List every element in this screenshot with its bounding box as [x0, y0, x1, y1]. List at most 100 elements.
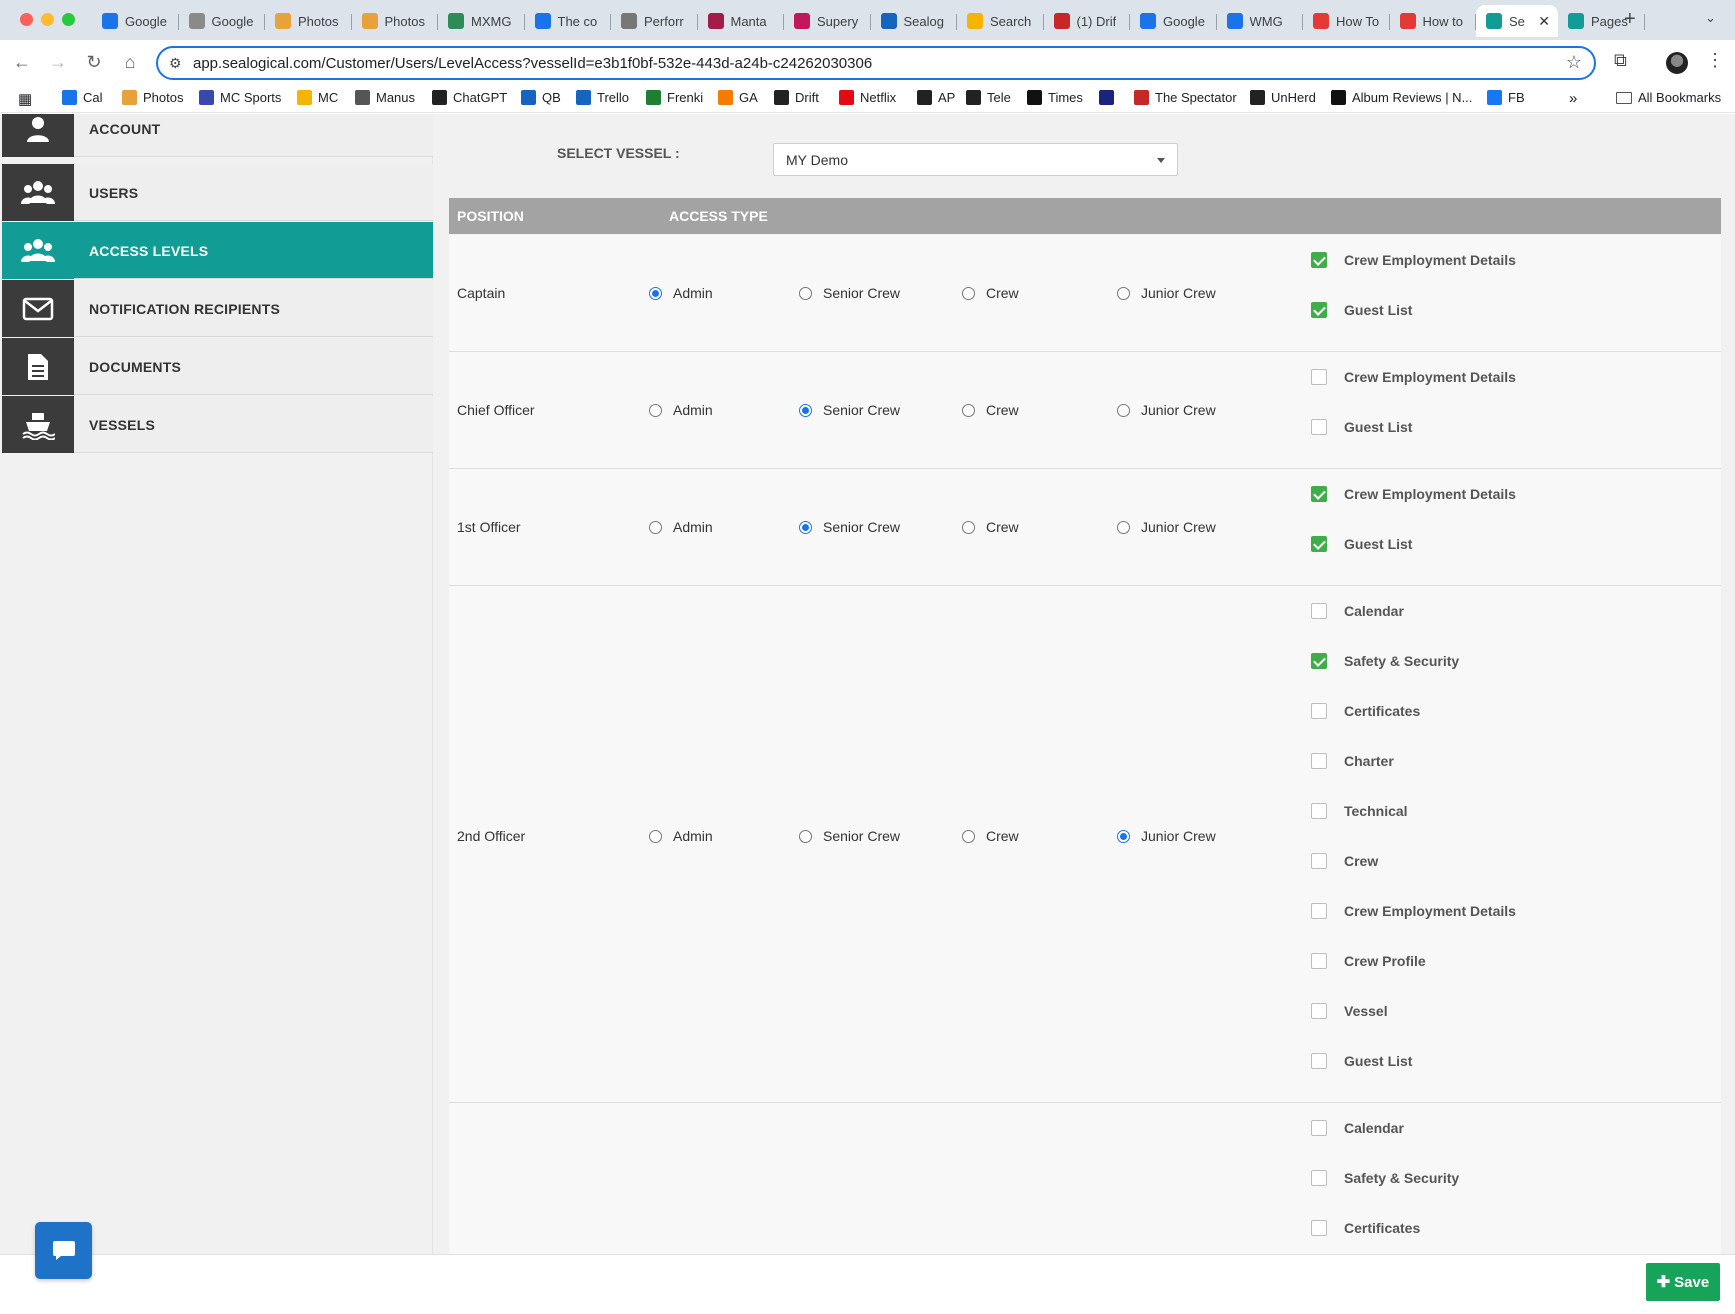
save-button[interactable]: ✚ Save [1646, 1263, 1720, 1301]
checkbox-unchecked[interactable] [1311, 753, 1327, 769]
browser-tab[interactable]: Photos [265, 5, 352, 37]
bookmark-item[interactable]: UnHerd [1250, 90, 1316, 105]
permission-checkbox[interactable]: Calendar [1311, 603, 1404, 619]
browser-tab[interactable]: Google [179, 5, 266, 37]
bookmark-item[interactable]: Netflix [839, 90, 896, 105]
browser-tab[interactable]: Supery [784, 5, 871, 37]
access-radio-junior-crew[interactable]: Junior Crew [1117, 285, 1216, 301]
bookmark-item[interactable]: GA [718, 90, 758, 105]
radio-button[interactable] [962, 286, 975, 300]
browser-tab-active[interactable]: Se ✕ [1476, 5, 1558, 37]
permission-checkbox[interactable]: Crew Employment Details [1311, 369, 1516, 385]
bookmark-item[interactable]: MC [297, 90, 338, 105]
permission-checkbox[interactable]: Technical [1311, 803, 1408, 819]
permission-checkbox[interactable]: Crew Employment Details [1311, 903, 1516, 919]
checkbox-unchecked[interactable] [1311, 953, 1327, 969]
checkbox-unchecked[interactable] [1311, 903, 1327, 919]
checkbox-unchecked[interactable] [1311, 1220, 1327, 1236]
permission-checkbox[interactable]: Certificates [1311, 703, 1420, 719]
site-info-icon[interactable]: ⚙ [169, 55, 182, 72]
bookmark-item[interactable]: Times [1027, 90, 1083, 105]
checkbox-unchecked[interactable] [1311, 853, 1327, 869]
back-button[interactable]: ← [10, 50, 34, 74]
browser-tab[interactable]: How To [1303, 5, 1390, 37]
access-radio-crew[interactable]: Crew [962, 828, 1019, 844]
sidebar-item-account[interactable]: ACCOUNT [2, 114, 433, 157]
checkbox-unchecked[interactable] [1311, 703, 1327, 719]
bookmark-item[interactable] [1099, 90, 1120, 105]
access-radio-junior-crew[interactable]: Junior Crew [1117, 828, 1216, 844]
radio-button[interactable] [799, 286, 812, 300]
radio-button[interactable] [962, 520, 975, 534]
permission-checkbox[interactable]: Charter [1311, 753, 1394, 769]
access-radio-senior-crew[interactable]: Senior Crew [799, 402, 900, 418]
checkbox-unchecked[interactable] [1311, 419, 1327, 435]
bookmark-item[interactable]: Tele [966, 90, 1011, 105]
bookmark-item[interactable]: QB [521, 90, 561, 105]
checkbox-checked[interactable] [1311, 653, 1327, 669]
permission-checkbox[interactable]: Safety & Security [1311, 1170, 1459, 1186]
permission-checkbox[interactable]: Guest List [1311, 536, 1412, 552]
bookmark-item[interactable]: Album Reviews | N... [1331, 90, 1472, 105]
sidebar-item-notification-recipients[interactable]: NOTIFICATION RECIPIENTS [2, 280, 433, 337]
checkbox-unchecked[interactable] [1311, 803, 1327, 819]
forward-button[interactable]: → [46, 50, 70, 74]
permission-checkbox[interactable]: Guest List [1311, 1053, 1412, 1069]
radio-button[interactable] [799, 829, 812, 843]
maximize-window-button[interactable] [62, 13, 75, 26]
checkbox-checked[interactable] [1311, 252, 1327, 268]
bookmark-item[interactable]: FB [1487, 90, 1525, 105]
radio-button[interactable] [1117, 403, 1130, 417]
checkbox-unchecked[interactable] [1311, 369, 1327, 385]
browser-tab[interactable]: Photos [352, 5, 439, 37]
checkbox-unchecked[interactable] [1311, 1053, 1327, 1069]
checkbox-unchecked[interactable] [1311, 1170, 1327, 1186]
permission-checkbox[interactable]: Calendar [1311, 1120, 1404, 1136]
browser-tab[interactable]: (1) Drif [1044, 5, 1131, 37]
access-radio-crew[interactable]: Crew [962, 519, 1019, 535]
access-radio-admin[interactable]: Admin [649, 828, 713, 844]
permission-checkbox[interactable]: Crew Profile [1311, 953, 1426, 969]
checkbox-unchecked[interactable] [1311, 1003, 1327, 1019]
extensions-icon[interactable]: ⧉ [1614, 50, 1627, 71]
bookmarks-overflow-button[interactable]: » [1569, 90, 1577, 107]
browser-tab[interactable]: Perforr [611, 5, 698, 37]
browser-tab[interactable]: How to [1390, 5, 1477, 37]
permission-checkbox[interactable]: Crew Employment Details [1311, 486, 1516, 502]
checkbox-checked[interactable] [1311, 486, 1327, 502]
new-tab-button[interactable]: + [1624, 8, 1636, 31]
bookmark-item[interactable]: AP [917, 90, 955, 105]
bookmark-item[interactable]: Trello [576, 90, 629, 105]
access-radio-junior-crew[interactable]: Junior Crew [1117, 402, 1216, 418]
radio-button[interactable] [649, 403, 662, 417]
checkbox-unchecked[interactable] [1311, 1120, 1327, 1136]
browser-tab[interactable]: Sealog [871, 5, 958, 37]
all-bookmarks-folder[interactable]: All Bookmarks [1616, 90, 1721, 105]
address-bar[interactable]: ⚙ app.sealogical.com/Customer/Users/Leve… [156, 46, 1596, 80]
radio-button[interactable] [649, 286, 662, 300]
browser-tab[interactable]: Manta [698, 5, 785, 37]
radio-button[interactable] [799, 403, 812, 417]
bookmark-item[interactable]: Frenki [646, 90, 703, 105]
radio-button[interactable] [1117, 520, 1130, 534]
checkbox-unchecked[interactable] [1311, 603, 1327, 619]
browser-menu-icon[interactable]: ⋮ [1706, 50, 1724, 71]
home-button[interactable]: ⌂ [118, 50, 142, 74]
bookmark-item[interactable]: Photos [122, 90, 183, 105]
permission-checkbox[interactable]: Vessel [1311, 1003, 1388, 1019]
permission-checkbox[interactable]: Certificates [1311, 1220, 1420, 1236]
access-radio-senior-crew[interactable]: Senior Crew [799, 519, 900, 535]
bookmark-star-icon[interactable]: ☆ [1566, 52, 1582, 73]
browser-tab[interactable]: Google [92, 5, 179, 37]
radio-button[interactable] [649, 520, 662, 534]
access-radio-admin[interactable]: Admin [649, 285, 713, 301]
bookmark-item[interactable]: MC Sports [199, 90, 281, 105]
bookmark-item[interactable]: ChatGPT [432, 90, 507, 105]
bookmark-item[interactable]: The Spectator [1134, 90, 1237, 105]
radio-button[interactable] [1117, 286, 1130, 300]
bookmark-item[interactable]: Cal [62, 90, 103, 105]
sidebar-item-documents[interactable]: DOCUMENTS [2, 338, 433, 395]
checkbox-checked[interactable] [1311, 302, 1327, 318]
radio-button[interactable] [799, 520, 812, 534]
access-radio-senior-crew[interactable]: Senior Crew [799, 828, 900, 844]
